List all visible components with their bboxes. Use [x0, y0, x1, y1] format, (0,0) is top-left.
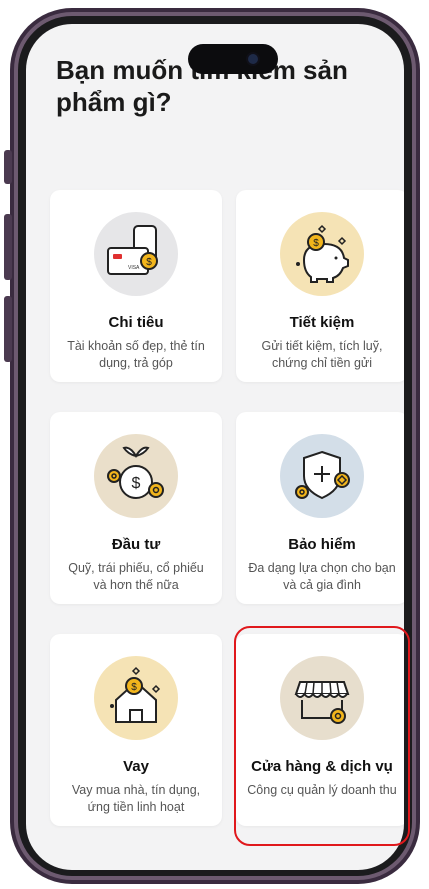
- card-cua-hang-dich-vu[interactable]: Cửa hàng & dịch vụ Công cụ quản lý doanh…: [236, 634, 404, 826]
- house-coin-icon: $: [94, 656, 178, 740]
- card-description: Gửi tiết kiệm, tích luỹ, chứng chỉ tiền …: [261, 339, 383, 370]
- svg-text:$: $: [146, 257, 152, 268]
- svg-text:$: $: [313, 238, 319, 249]
- card-tiet-kiem[interactable]: $ Tiết kiệm Gửi tiết kiệm, tích luỹ, chứ…: [236, 190, 404, 382]
- card-title: Tiết kiệm: [289, 314, 355, 331]
- card-title: Cửa hàng & dịch vụ: [251, 758, 393, 775]
- card-description: Đa dạng lựa chọn cho bạn và cả gia đình: [248, 561, 396, 592]
- svg-text:VISA: VISA: [128, 265, 140, 271]
- card-payment-icon: VISA $: [94, 212, 178, 296]
- money-bag-icon: $: [94, 434, 178, 518]
- front-camera-icon: [248, 54, 258, 64]
- storefront-icon: [280, 656, 364, 740]
- card-title: Chi tiêu: [108, 314, 164, 331]
- svg-text:$: $: [132, 475, 141, 492]
- svg-text:$: $: [131, 682, 137, 693]
- phone-volume-up-button: [4, 214, 12, 280]
- card-title: Vay: [123, 758, 149, 775]
- card-bao-hiem[interactable]: Bảo hiểm Đa dạng lựa chọn cho bạn và cả …: [236, 412, 404, 604]
- card-description: Tài khoản số đẹp, thẻ tín dụng, trả góp: [67, 339, 205, 370]
- card-title: Đầu tư: [111, 536, 161, 553]
- phone-volume-down-button: [4, 296, 12, 362]
- card-description: Công cụ quản lý doanh thu: [247, 783, 397, 797]
- card-chi-tieu[interactable]: VISA $ Chi tiêu Tài khoản số đẹp, thẻ tí…: [50, 190, 222, 382]
- dynamic-island: [188, 44, 278, 74]
- card-title: Bảo hiểm: [288, 536, 356, 553]
- card-dau-tu[interactable]: $ Đầu tư Quỹ, trái phiếu, cổ phiếu và hơ…: [50, 412, 222, 604]
- card-vay[interactable]: $ Vay Vay mua nhà, tín dụng, ứng tiền li…: [50, 634, 222, 826]
- phone-screen: Bạn muốn tìm kiếm sản phẩm gì? VISA $ Ch…: [26, 24, 404, 870]
- shield-plus-icon: [280, 434, 364, 518]
- phone-side-button: [4, 150, 12, 184]
- card-description: Vay mua nhà, tín dụng, ứng tiền linh hoạ…: [71, 783, 201, 814]
- card-description: Quỹ, trái phiếu, cổ phiếu và hơn thế nữa: [68, 561, 204, 592]
- piggy-bank-icon: $: [280, 212, 364, 296]
